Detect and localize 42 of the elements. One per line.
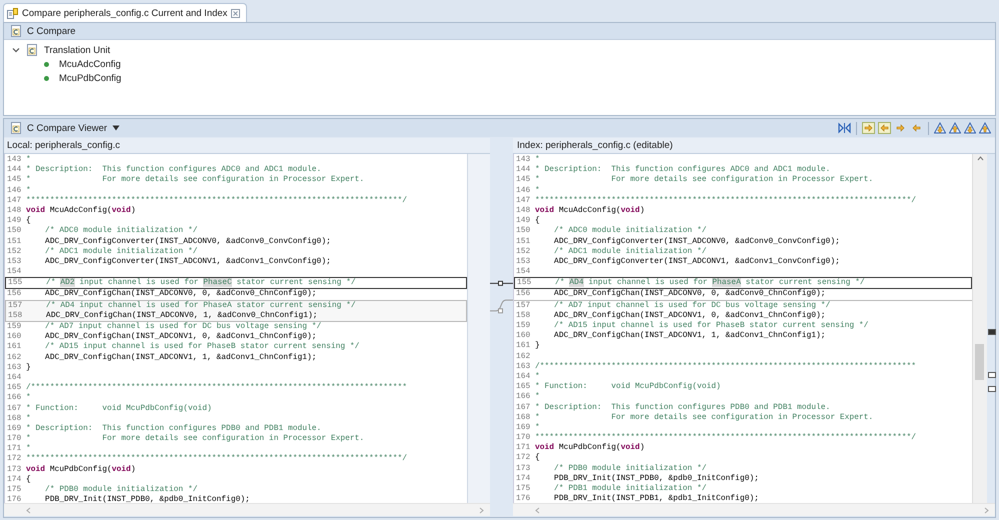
triangle-arrow-down-icon[interactable] — [934, 122, 946, 134]
ruler-marker[interactable] — [988, 329, 996, 335]
c-file-icon — [10, 122, 22, 134]
viewer-title: C Compare Viewer — [27, 122, 108, 134]
arrow-left-icon[interactable] — [878, 122, 891, 134]
editor-tab[interactable]: Compare peripherals_config.c Current and Index — [3, 3, 248, 22]
vertical-scrollbar[interactable] — [972, 154, 987, 503]
diff-connector — [490, 280, 513, 286]
tree-item[interactable]: McuPdbConfig — [59, 72, 122, 84]
panel-title: C Compare — [27, 26, 76, 36]
chevron-down-icon[interactable] — [12, 46, 20, 54]
c-file-icon — [10, 25, 22, 37]
tree-item[interactable]: McuAdcConfig — [59, 58, 121, 70]
compare-icon — [7, 8, 18, 18]
triangle-arrow-up-icon[interactable] — [979, 122, 991, 134]
arrow-right-icon[interactable] — [894, 122, 907, 134]
scroll-right-icon[interactable] — [984, 506, 989, 514]
arrow-left-icon[interactable] — [910, 122, 923, 134]
code-editor[interactable] — [4, 154, 467, 503]
arrow-right-icon[interactable] — [862, 122, 875, 134]
triangle-arrow-up-icon[interactable] — [949, 122, 961, 134]
scroll-left-icon[interactable] — [535, 506, 540, 514]
pane-title: Index: peripherals_config.c (editable) — [513, 138, 995, 154]
dropdown-icon[interactable] — [112, 125, 120, 131]
function-dot-icon — [44, 62, 49, 66]
code-editor[interactable] — [513, 154, 972, 503]
triangle-arrow-down-icon[interactable] — [964, 122, 976, 134]
c-file-icon — [26, 44, 38, 56]
diff-connector — [490, 300, 513, 314]
horizontal-scrollbar[interactable] — [4, 503, 490, 516]
scroll-right-icon[interactable] — [479, 506, 484, 514]
ruler-marker[interactable] — [988, 372, 996, 378]
function-dot-icon — [44, 76, 49, 80]
split-arrows-icon[interactable] — [838, 122, 851, 134]
pane-title: Local: peripherals_config.c — [4, 138, 490, 154]
scroll-left-icon[interactable] — [26, 506, 31, 514]
horizontal-scrollbar[interactable] — [513, 503, 995, 516]
scroll-thumb[interactable] — [975, 344, 984, 380]
tree-item[interactable]: Translation Unit — [44, 44, 110, 56]
scroll-up-icon[interactable] — [976, 156, 984, 161]
ruler-marker[interactable] — [988, 386, 996, 392]
close-icon[interactable] — [231, 8, 240, 18]
